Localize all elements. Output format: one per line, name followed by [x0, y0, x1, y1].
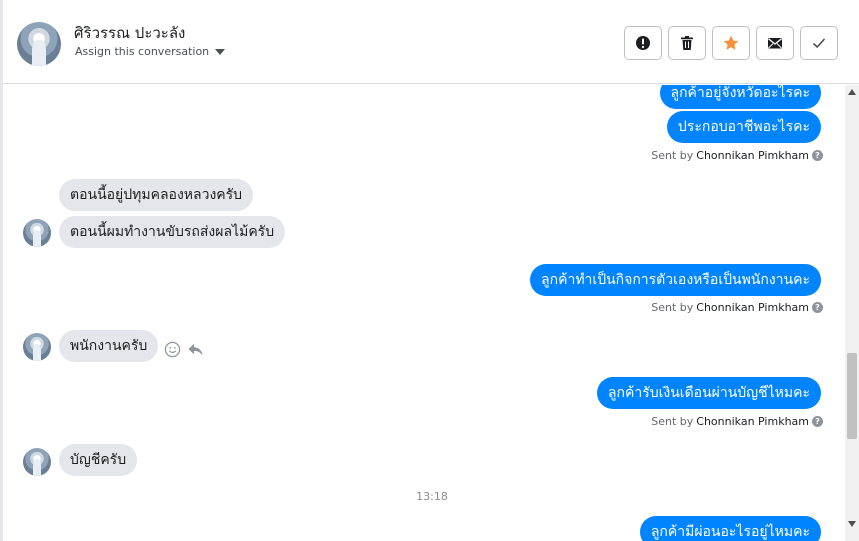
- reply-icon[interactable]: [187, 341, 204, 358]
- help-icon[interactable]: ?: [812, 416, 823, 427]
- star-button[interactable]: [712, 26, 750, 60]
- message-bubble-incoming[interactable]: ตอนนี้อยู่ปทุมคลองหลวงครับ: [59, 179, 254, 211]
- message-bubble-outgoing[interactable]: ประกอบอาชีพอะไรคะ: [666, 111, 821, 143]
- agent-name: Chonnikan Pimkham: [696, 301, 809, 314]
- scrollbar[interactable]: [845, 85, 859, 541]
- message-bubble-outgoing[interactable]: ลูกค้าทำเป็นกิจการตัวเองหรือเป็นพนักงานค…: [530, 264, 821, 296]
- message-actions: [164, 341, 204, 358]
- sent-by-line: Sent by Chonnikan Pimkham ?: [651, 415, 823, 428]
- trash-icon: [681, 36, 693, 50]
- delete-button[interactable]: [668, 26, 706, 60]
- contact-avatar-small: [23, 333, 51, 361]
- message-bubble-incoming[interactable]: ตอนนี้ผมทำงานขับรถส่งผลไม้ครับ: [59, 216, 286, 248]
- sent-by-prefix: Sent by: [651, 149, 694, 162]
- message-bubble-outgoing[interactable]: ลูกค้าอยู่จังหวัดอะไรคะ: [659, 85, 821, 109]
- checkmark-icon: [812, 38, 826, 49]
- scroll-down-arrow-icon[interactable]: [848, 521, 856, 527]
- message-thread: ลูกค้าอยู่จังหวัดอะไรคะ ประกอบอาชีพอะไรค…: [6, 85, 848, 541]
- mark-done-button[interactable]: [800, 26, 838, 60]
- contact-avatar[interactable]: [17, 22, 61, 66]
- conversation-panel: ศิริวรรณ ปะวะลัง Assign this conversatio…: [0, 0, 859, 541]
- scroll-up-arrow-icon[interactable]: [848, 89, 856, 95]
- exclamation-icon: [636, 36, 650, 50]
- message-bubble-incoming[interactable]: บัญชีครับ: [59, 444, 138, 476]
- sent-by-line: Sent by Chonnikan Pimkham ?: [651, 301, 823, 314]
- envelope-icon: [768, 38, 782, 49]
- header-actions: [624, 26, 838, 60]
- assign-label: Assign this conversation: [75, 45, 210, 58]
- agent-name: Chonnikan Pimkham: [696, 415, 809, 428]
- message-bubble-incoming[interactable]: พนักงานครับ: [59, 330, 159, 362]
- contact-name[interactable]: ศิริวรรณ ปะวะลัง: [74, 21, 185, 45]
- timestamp: 13:18: [416, 490, 448, 503]
- sent-by-prefix: Sent by: [651, 301, 694, 314]
- smiley-icon[interactable]: [164, 341, 181, 358]
- agent-name: Chonnikan Pimkham: [696, 149, 809, 162]
- caret-down-icon: [215, 49, 226, 55]
- sent-by-line: Sent by Chonnikan Pimkham ?: [651, 149, 823, 162]
- help-icon[interactable]: ?: [812, 302, 823, 313]
- contact-avatar-small: [23, 219, 51, 247]
- mark-unread-button[interactable]: [756, 26, 794, 60]
- message-bubble-outgoing[interactable]: ลูกค้ารับเงินเดือนผ่านบัญชีไหมคะ: [596, 377, 821, 409]
- mark-spam-button[interactable]: [624, 26, 662, 60]
- message-bubble-outgoing[interactable]: ลูกค้ามีผ่อนอะไรอยู่ไหมคะ: [639, 516, 821, 541]
- scrollbar-thumb[interactable]: [847, 353, 857, 439]
- conversation-header: ศิริวรรณ ปะวะลัง Assign this conversatio…: [3, 0, 859, 84]
- assign-conversation-dropdown[interactable]: Assign this conversation: [75, 45, 226, 58]
- contact-avatar-small: [23, 448, 51, 476]
- help-icon[interactable]: ?: [812, 150, 823, 161]
- star-icon: [723, 35, 739, 50]
- sent-by-prefix: Sent by: [651, 415, 694, 428]
